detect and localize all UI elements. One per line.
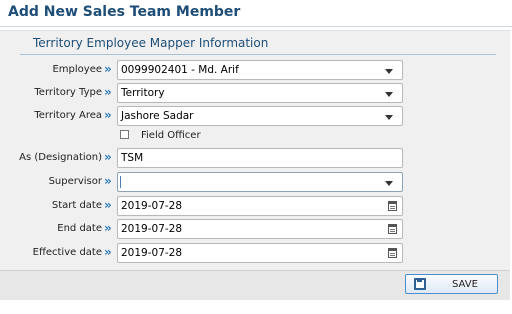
caret-down-icon[interactable] [385,181,393,186]
save-button-label: SAVE [452,279,478,290]
start-date-label: Start date [51,200,102,211]
calendar-icon[interactable] [388,224,397,234]
calendar-icon[interactable] [388,201,397,211]
field-officer-checkbox[interactable] [120,130,129,139]
start-date-row: Start date » 2019-07-28 [0,196,512,216]
designation-value: TSM [121,152,144,164]
double-chevron-right-icon: » [104,108,112,122]
double-chevron-right-icon: » [104,174,112,188]
designation-input[interactable]: TSM [117,148,403,168]
territory-type-row: Territory Type » Territory [0,83,512,103]
double-chevron-right-icon: » [104,245,112,259]
employee-value: 0099902401 - Md. Arif [121,64,239,76]
caret-down-icon[interactable] [385,92,393,97]
start-date-value: 2019-07-28 [121,200,183,212]
floppy-disk-icon [414,278,426,290]
employee-row: Employee » 0099902401 - Md. Arif [0,60,512,80]
double-chevron-right-icon: » [104,62,112,76]
employee-label: Employee [52,64,102,75]
end-date-value: 2019-07-28 [121,223,183,235]
end-date-row: End date » 2019-07-28 [0,219,512,239]
caret-down-icon[interactable] [385,69,393,74]
section-title: Territory Employee Mapper Information [33,36,269,50]
supervisor-row: Supervisor » [0,172,512,192]
territory-area-value: Jashore Sadar [121,110,194,122]
title-divider [0,26,512,27]
territory-area-select[interactable]: Jashore Sadar [117,106,403,126]
double-chevron-right-icon: » [104,221,112,235]
territory-area-label: Territory Area [34,110,102,121]
save-button[interactable]: SAVE [405,274,498,294]
page-title: Add New Sales Team Member [8,4,241,20]
double-chevron-right-icon: » [104,150,112,164]
calendar-icon[interactable] [388,248,397,258]
territory-type-label: Territory Type [34,87,102,98]
territory-type-value: Territory [121,87,165,99]
effective-date-label: Effective date [32,247,102,258]
caret-down-icon[interactable] [385,115,393,120]
effective-date-input[interactable]: 2019-07-28 [117,243,403,263]
double-chevron-right-icon: » [104,85,112,99]
designation-row: As (Designation) » TSM [0,148,512,168]
end-date-label: End date [57,223,102,234]
supervisor-label: Supervisor [48,176,102,187]
effective-date-value: 2019-07-28 [121,247,183,259]
territory-type-select[interactable]: Territory [117,83,403,103]
designation-label: As (Designation) [19,152,102,163]
double-chevron-right-icon: » [104,198,112,212]
employee-select[interactable]: 0099902401 - Md. Arif [117,60,403,80]
end-date-input[interactable]: 2019-07-28 [117,219,403,239]
start-date-input[interactable]: 2019-07-28 [117,196,403,216]
territory-area-row: Territory Area » Jashore Sadar [0,106,512,126]
effective-date-row: Effective date » 2019-07-28 [0,243,512,263]
section-header: Territory Employee Mapper Information [20,36,496,55]
supervisor-select[interactable] [117,172,403,192]
field-officer-label: Field Officer [141,130,201,141]
